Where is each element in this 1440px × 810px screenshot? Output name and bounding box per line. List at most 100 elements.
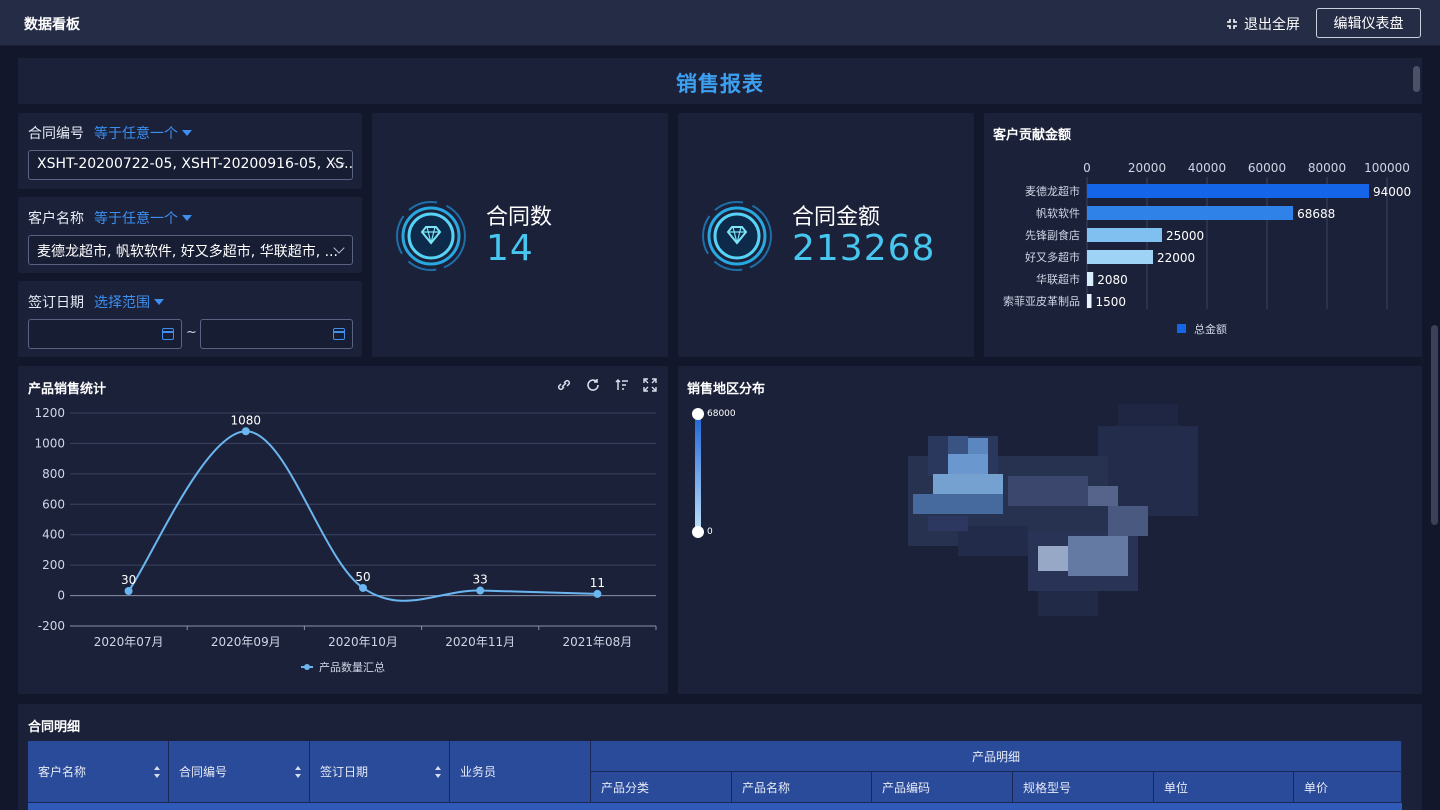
col-header-product-category[interactable]: 产品分类 bbox=[591, 772, 732, 803]
col-header-label: 产品编码 bbox=[882, 780, 931, 795]
bar bbox=[1087, 250, 1153, 264]
contract-select-value: XSHT-20200722-05, XSHT-20200916-05, XS..… bbox=[37, 156, 353, 172]
contract-detail-table: 客户名称 合同编号 签订日期 业务员 产品明细 产品分类 产品名称 产品编码 规… bbox=[28, 741, 1402, 810]
date-filter-operator[interactable]: 选择范围 bbox=[94, 292, 164, 312]
caret-down-icon bbox=[154, 299, 164, 305]
date-filter-operator-label: 选择范围 bbox=[94, 295, 150, 311]
customer-contribution-panel: 客户贡献金额 0 20000 40000 60000 80000 100000 麦德龙超市 9… bbox=[984, 113, 1422, 357]
caret-down-icon bbox=[182, 215, 192, 221]
y-tick-label: 800 bbox=[42, 467, 65, 481]
contract-filter-operator[interactable]: 等于任意一个 bbox=[94, 123, 192, 143]
contract-count-card: 合同数 14 bbox=[372, 113, 668, 357]
calendar-icon[interactable] bbox=[162, 328, 174, 340]
customer-filter-operator[interactable]: 等于任意一个 bbox=[94, 208, 192, 228]
y-tick-label: 1000 bbox=[34, 436, 65, 450]
product-line-chart: 1200 1000 800 600 400 200 0 -200 2020年07月 2020年09… bbox=[34, 406, 657, 674]
bar-value-label: 1500 bbox=[1096, 295, 1127, 309]
legend-marker bbox=[304, 664, 310, 670]
x-tick-label: 0 bbox=[1083, 161, 1091, 175]
bar-value-label: 94000 bbox=[1373, 185, 1411, 199]
exit-fullscreen-button[interactable]: 退出全屏 bbox=[1226, 14, 1300, 34]
end-date-input[interactable] bbox=[200, 319, 353, 349]
col-header-label: 签订日期 bbox=[320, 765, 369, 779]
x-tick-label: 80000 bbox=[1308, 161, 1346, 175]
customer-select[interactable]: 麦德龙超市, 帆软软件, 好又多超市, 华联超市, ... bbox=[28, 235, 353, 265]
x-tick-label: 100000 bbox=[1364, 161, 1410, 175]
sort-icon[interactable] bbox=[295, 765, 301, 778]
col-header-label: 客户名称 bbox=[38, 765, 87, 779]
col-header-label: 合同编号 bbox=[179, 765, 228, 779]
table-first-row bbox=[28, 803, 1402, 810]
data-point bbox=[241, 427, 250, 436]
caret-down-icon bbox=[182, 130, 192, 136]
bar bbox=[1087, 294, 1092, 308]
x-tick-label: 40000 bbox=[1188, 161, 1226, 175]
inner-scrollbar[interactable] bbox=[1413, 66, 1420, 92]
range-min-handle[interactable] bbox=[692, 526, 704, 538]
contract-count-value: 14 bbox=[486, 228, 534, 269]
date-separator: ~ bbox=[186, 325, 197, 340]
col-header-product-code[interactable]: 产品编码 bbox=[872, 772, 1013, 803]
start-date-input[interactable] bbox=[28, 319, 182, 349]
data-label: 33 bbox=[473, 573, 488, 587]
y-tick-label: 200 bbox=[42, 558, 65, 572]
col-header-label: 单位 bbox=[1164, 780, 1189, 795]
contract-filter-label: 合同编号 bbox=[28, 126, 84, 142]
sort-icon[interactable] bbox=[435, 765, 441, 778]
visual-map-range-bar[interactable] bbox=[695, 414, 701, 532]
data-label: 30 bbox=[121, 573, 136, 587]
edit-dashboard-button[interactable]: 编辑仪表盘 bbox=[1316, 8, 1421, 38]
contract-select[interactable]: XSHT-20200722-05, XSHT-20200916-05, XS..… bbox=[28, 150, 353, 180]
range-max-label: 68000 bbox=[707, 409, 736, 419]
diamond-badge-icon bbox=[702, 201, 772, 271]
calendar-icon[interactable] bbox=[333, 328, 345, 340]
data-point bbox=[476, 586, 485, 595]
x-tick-label: 2020年07月 bbox=[94, 635, 164, 649]
data-point bbox=[359, 583, 367, 592]
y-tick-label: 600 bbox=[42, 497, 65, 511]
y-tick-label: 1200 bbox=[34, 406, 65, 420]
bar bbox=[1087, 272, 1094, 286]
customer-filter-label: 客户名称 bbox=[28, 211, 84, 227]
bar-value-label: 25000 bbox=[1166, 229, 1204, 243]
col-header-sign-date[interactable]: 签订日期 bbox=[310, 741, 450, 803]
col-group-product-detail: 产品明细 bbox=[591, 741, 1402, 772]
category-label: 麦德龙超市 bbox=[1025, 184, 1080, 198]
category-label: 华联超市 bbox=[1036, 272, 1080, 286]
col-header-customer[interactable]: 客户名称 bbox=[28, 741, 169, 803]
report-title: 销售报表 bbox=[676, 72, 764, 96]
legend-swatch bbox=[1177, 324, 1186, 333]
customer-select-value: 麦德龙超市, 帆软软件, 好又多超市, 华联超市, ... bbox=[37, 244, 338, 260]
page-scrollbar[interactable] bbox=[1431, 325, 1438, 525]
report-title-panel: 销售报表 bbox=[18, 58, 1422, 104]
contract-filter-operator-label: 等于任意一个 bbox=[94, 126, 178, 142]
data-point bbox=[124, 587, 133, 596]
x-tick-label: 2020年09月 bbox=[211, 635, 281, 649]
dashboard-title: 数据看板 bbox=[24, 17, 80, 33]
sort-icon[interactable] bbox=[154, 765, 160, 778]
col-header-label: 规格型号 bbox=[1023, 780, 1072, 795]
table-title: 合同明细 bbox=[28, 720, 81, 735]
date-filter-panel: 签订日期 选择范围 ~ bbox=[18, 281, 362, 357]
col-header-contract-no[interactable]: 合同编号 bbox=[169, 741, 310, 803]
contract-count-label: 合同数 bbox=[486, 205, 553, 230]
data-point bbox=[593, 589, 602, 598]
y-tick-label: -200 bbox=[38, 619, 65, 633]
col-header-label: 产品名称 bbox=[742, 780, 791, 795]
col-header-spec[interactable]: 规格型号 bbox=[1013, 772, 1154, 803]
col-header-product-name[interactable]: 产品名称 bbox=[732, 772, 872, 803]
contract-amount-value: 213268 bbox=[792, 228, 936, 269]
bar bbox=[1087, 228, 1162, 242]
bar-value-label: 2080 bbox=[1097, 273, 1128, 287]
y-tick-label: 400 bbox=[42, 528, 65, 542]
col-header-unit[interactable]: 单位 bbox=[1154, 772, 1294, 803]
exit-fullscreen-icon bbox=[1227, 19, 1237, 29]
col-header-unit-price[interactable]: 单价 bbox=[1294, 772, 1402, 803]
customer-bar-chart: 0 20000 40000 60000 80000 100000 麦德龙超市 94000 帆软软… bbox=[1003, 161, 1411, 336]
x-tick-label: 2020年11月 bbox=[445, 635, 515, 649]
x-tick-label: 20000 bbox=[1128, 161, 1166, 175]
col-header-salesperson[interactable]: 业务员 bbox=[450, 741, 591, 803]
category-label: 好又多超市 bbox=[1025, 250, 1080, 264]
range-max-handle[interactable] bbox=[692, 408, 704, 420]
category-label: 帆软软件 bbox=[1036, 206, 1080, 220]
